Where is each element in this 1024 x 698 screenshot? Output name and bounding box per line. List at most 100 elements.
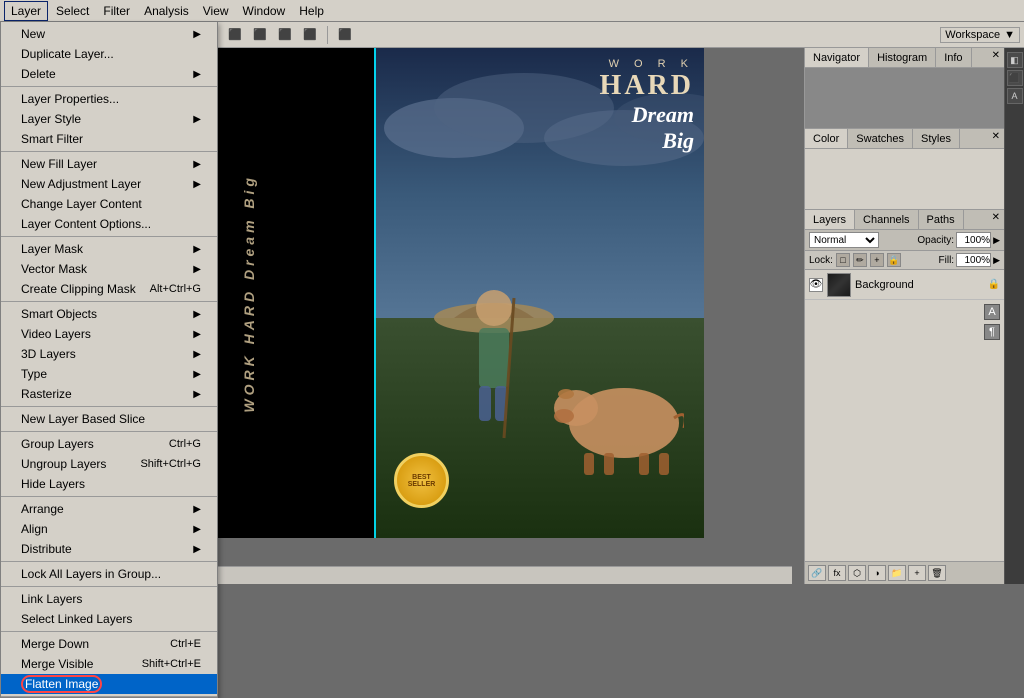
toolbar-btn-13[interactable]: ⬛ [334,25,356,45]
tab-color[interactable]: Color [805,129,848,148]
menu-lock-all-layers[interactable]: Lock All Layers in Group... [1,564,217,584]
align-arrow: ▶ [193,524,201,535]
menu-vector-mask[interactable]: Vector Mask ▶ [1,259,217,279]
menu-layer-properties[interactable]: Layer Properties... [1,89,217,109]
menu-duplicate-layer[interactable]: Duplicate Layer... [1,44,217,64]
far-right-btn-2[interactable]: ⬛ [1007,70,1023,86]
menu-select[interactable]: Select [50,2,95,20]
lock-all-btn[interactable]: 🔒 [887,253,901,267]
toolbar-btn-11[interactable]: ⬛ [274,25,296,45]
right-panels: Navigator Histogram Info ✕ Color Swatche… [804,48,1004,584]
background-lock-icon: 🔒 [988,279,1000,290]
opacity-control: Opacity: ▶ [917,232,1000,248]
menu-layer-mask[interactable]: Layer Mask ▶ [1,239,217,259]
add-mask-btn[interactable]: ⬡ [848,565,866,581]
fill-arrow[interactable]: ▶ [993,255,1000,266]
menu-layer-content-options[interactable]: Layer Content Options... [1,214,217,234]
menu-analysis[interactable]: Analysis [138,2,195,20]
clipping-shortcut: Alt+Ctrl+G [150,283,201,295]
dist-arrow: ▶ [193,544,201,555]
menu-bar: Layer Select Filter Analysis View Window… [0,0,1024,22]
spine-text: WORK HARD Dream Big [241,174,257,413]
far-right-btn-1[interactable]: ◧ [1007,52,1023,68]
color-content [805,149,1004,209]
menu-layer[interactable]: Layer [4,1,48,21]
menu-merge-visible[interactable]: Merge Visible Shift+Ctrl+E [1,654,217,674]
toolbar-btn-12[interactable]: ⬛ [299,25,321,45]
menu-layer-style[interactable]: Layer Style ▶ [1,109,217,129]
merge-down-shortcut: Ctrl+E [170,638,201,650]
menu-rasterize[interactable]: Rasterize ▶ [1,384,217,404]
add-style-btn[interactable]: fx [828,565,846,581]
cover-title: W O R K HARD Dream Big [600,58,694,154]
menu-filter[interactable]: Filter [97,2,136,20]
opacity-input[interactable] [956,232,991,248]
menu-select-linked-layers[interactable]: Select Linked Layers [1,609,217,629]
toolbar-btn-9[interactable]: ⬛ [224,25,246,45]
opacity-arrow[interactable]: ▶ [993,235,1000,246]
layer-eye-background[interactable]: 👁 [809,278,823,292]
menu-smart-objects[interactable]: Smart Objects ▶ [1,304,217,324]
menu-video-layers[interactable]: Video Layers ▶ [1,324,217,344]
fill-input[interactable] [956,253,991,267]
menu-distribute[interactable]: Distribute ▶ [1,539,217,559]
tab-paths[interactable]: Paths [919,210,964,229]
menu-ungroup-layers[interactable]: Ungroup Layers Shift+Ctrl+G [1,454,217,474]
menu-align[interactable]: Align ▶ [1,519,217,539]
tab-swatches[interactable]: Swatches [848,129,913,148]
menu-delete[interactable]: Delete ▶ [1,64,217,84]
vl-arrow: ▶ [193,329,201,340]
link-layers-btn[interactable]: 🔗 [808,565,826,581]
menu-window[interactable]: Window [237,2,292,20]
layer-thumb-background [827,273,851,297]
layer-background[interactable]: 👁 Background 🔒 [805,270,1004,300]
so-arrow: ▶ [193,309,201,320]
menu-smart-filter[interactable]: Smart Filter [1,129,217,149]
menu-3d-layers[interactable]: 3D Layers ▶ [1,344,217,364]
menu-view[interactable]: View [197,2,235,20]
menu-link-layers[interactable]: Link Layers [1,589,217,609]
far-right-btn-3[interactable]: A [1007,88,1023,104]
toolbar-btn-10[interactable]: ⬛ [249,25,271,45]
layers-tabs: Layers Channels Paths ✕ [805,210,1004,230]
tab-channels[interactable]: Channels [855,210,918,229]
layer-dropdown-menu: New ▶ Duplicate Layer... Delete ▶ Layer … [0,22,218,698]
tab-layers[interactable]: Layers [805,210,855,229]
menu-flatten-image[interactable]: Flatten Image [1,674,217,694]
tab-histogram[interactable]: Histogram [869,48,936,67]
tab-styles[interactable]: Styles [913,129,960,148]
tab-info[interactable]: Info [936,48,971,67]
new-adjustment-btn[interactable]: ◑ [868,565,886,581]
menu-new-layer-based-slice[interactable]: New Layer Based Slice [1,409,217,429]
menu-type[interactable]: Type ▶ [1,364,217,384]
menu-merge-down[interactable]: Merge Down Ctrl+E [1,634,217,654]
title-big: Big [600,128,694,154]
menu-new-adjustment-layer[interactable]: New Adjustment Layer ▶ [1,174,217,194]
menu-change-layer-content[interactable]: Change Layer Content [1,194,217,214]
nav-close[interactable]: ✕ [988,48,1004,67]
menu-section-5: Smart Objects ▶ Video Layers ▶ 3D Layers… [1,302,217,407]
new-layer-btn[interactable]: + [908,565,926,581]
lock-move-btn[interactable]: + [870,253,884,267]
delete-arrow: ▶ [193,69,201,80]
tab-navigator[interactable]: Navigator [805,48,869,67]
menu-arrange[interactable]: Arrange ▶ [1,499,217,519]
type-tool-btn[interactable]: A [984,304,1000,320]
delete-layer-btn[interactable]: 🗑 [928,565,946,581]
paragraph-tool-btn[interactable]: ¶ [984,324,1000,340]
lock-pixels-btn[interactable]: □ [836,253,850,267]
workspace-dropdown[interactable]: Workspace ▼ [940,27,1020,43]
layers-close[interactable]: ✕ [988,210,1004,229]
menu-group-layers[interactable]: Group Layers Ctrl+G [1,434,217,454]
color-close[interactable]: ✕ [988,129,1004,148]
lock-position-btn[interactable]: ✏ [853,253,867,267]
blend-mode-select[interactable]: Normal Multiply Screen [809,232,879,248]
new-group-btn[interactable]: 📁 [888,565,906,581]
menu-help[interactable]: Help [293,2,330,20]
menu-hide-layers[interactable]: Hide Layers [1,474,217,494]
menu-new[interactable]: New ▶ [1,24,217,44]
menu-new-fill-layer[interactable]: New Fill Layer ▶ [1,154,217,174]
menu-section-4: Layer Mask ▶ Vector Mask ▶ Create Clippi… [1,237,217,302]
menu-section-6: New Layer Based Slice [1,407,217,432]
menu-create-clipping-mask[interactable]: Create Clipping Mask Alt+Ctrl+G [1,279,217,299]
